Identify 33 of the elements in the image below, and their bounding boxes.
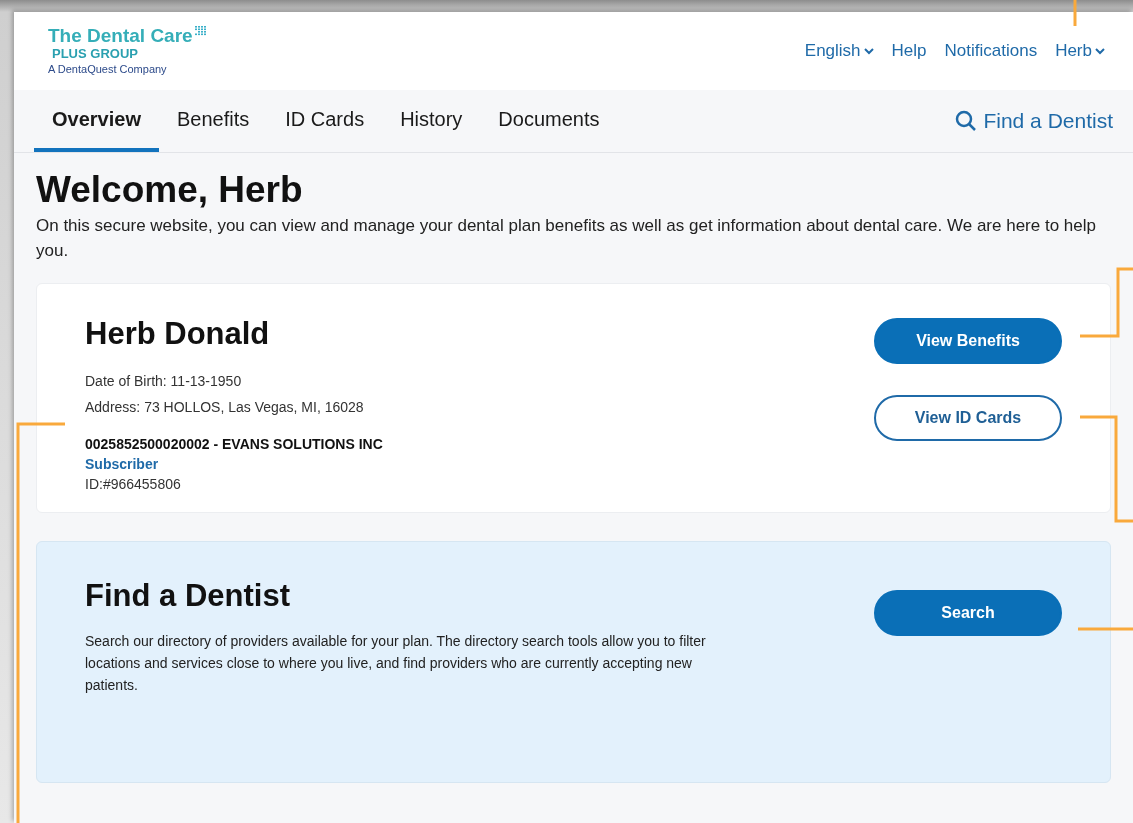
nav-tab[interactable]: ID Cards <box>267 90 383 152</box>
dots-icon <box>194 25 207 36</box>
logo-subtitle: PLUS GROUP <box>51 45 139 61</box>
search-icon <box>955 110 978 132</box>
nav-tab[interactable]: History <box>382 90 481 152</box>
leader-line <box>1073 0 1077 26</box>
member-name: Herb Donald <box>85 315 271 353</box>
card-text: Search our directory of providers available for your plan. The directory search tools allow you to filter locations and services close to where you live, and find providers who are currently accepting new patients. <box>85 632 707 695</box>
outline-button[interactable]: View ID Cards <box>874 395 1062 441</box>
header-link[interactable]: Notifications <box>944 41 1038 61</box>
welcome-text: On this secure website, you can view and manage your dental plan benefits as well as get information about dental care. We are here to help you. <box>36 215 1097 262</box>
leader-line <box>1080 267 1133 338</box>
logo-title: The Dental Care <box>48 25 207 46</box>
plan-name: 0025852500020002 - EVANS SOLUTIONS INC <box>85 435 383 454</box>
leader-line <box>1078 627 1133 631</box>
logo-tagline: A DentaQuest Company <box>48 61 168 77</box>
role-link[interactable]: Subscriber <box>85 454 383 474</box>
nav-tab[interactable]: Documents <box>480 90 618 152</box>
nav-tab[interactable]: Benefits <box>158 90 268 152</box>
primary-button[interactable]: Search <box>874 590 1062 636</box>
dropdown-link[interactable]: English <box>804 41 874 61</box>
header-link[interactable]: Help <box>891 41 927 61</box>
card-heading: Find a Dentist <box>85 577 291 615</box>
dropdown-link[interactable]: Herb <box>1055 41 1105 61</box>
member-id: ID:#966455806 <box>85 475 182 494</box>
primary-button[interactable]: View Benefits <box>874 318 1062 364</box>
nav-tab[interactable]: Overview <box>34 90 159 152</box>
find-dentist-link[interactable]: Find a Dentist <box>955 90 1113 152</box>
member-detail: Address: 73 HOLLOS, Las Vegas, MI, 16028 <box>85 398 365 417</box>
welcome-heading: Welcome, Herb <box>36 169 304 211</box>
member-detail: Date of Birth: 11-13-1950 <box>85 372 243 391</box>
chevron-down-icon <box>863 47 874 55</box>
chevron-down-icon <box>1095 47 1105 55</box>
